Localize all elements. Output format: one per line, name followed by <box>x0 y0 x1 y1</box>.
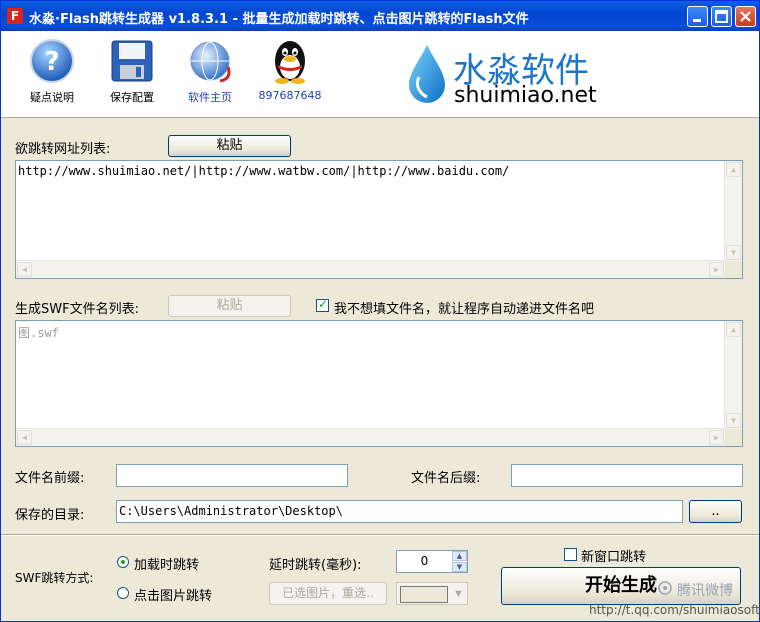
save-dir-label: 保存的目录: <box>15 508 85 523</box>
watermark-url: http://t.qq.com/shuimiaosoft <box>589 603 760 617</box>
delay-label: 延时跳转(毫秒): <box>269 558 362 573</box>
jump-mode-label: SWF跳转方式: <box>15 571 94 585</box>
browse-button[interactable]: .. <box>689 500 742 523</box>
prefix-input[interactable] <box>116 464 348 487</box>
delay-spinner[interactable]: 0 ▲ ▼ <box>396 550 468 573</box>
toolbar-qq[interactable]: 897687648 <box>257 37 323 102</box>
swf-list-vscrollbar[interactable]: ▲ ▼ <box>724 321 742 429</box>
jump-on-load-radio[interactable] <box>117 556 129 568</box>
jump-on-click-label[interactable]: 点击图片跳转 <box>134 585 212 604</box>
logo-brand-en: shuimiao.net <box>454 83 597 108</box>
color-picker[interactable]: ▼ <box>396 582 468 605</box>
scroll-corner <box>725 429 742 446</box>
color-swatch <box>400 586 448 603</box>
auto-name-checkbox[interactable] <box>316 297 329 312</box>
divider <box>1 534 759 536</box>
new-window-label[interactable]: 新窗口跳转 <box>581 546 646 565</box>
auto-name-label[interactable]: 我不想填文件名，就让程序自动递进文件名吧 <box>334 298 594 317</box>
url-list-vscrollbar[interactable]: ▲ ▼ <box>724 161 742 261</box>
toolbar-qq-label: 897687648 <box>258 89 322 102</box>
maximize-button[interactable] <box>711 6 732 27</box>
scroll-up-icon[interactable]: ▲ <box>726 162 741 177</box>
suffix-label: 文件名后缀: <box>411 471 481 486</box>
save-dir-input[interactable]: C:\Users\Administrator\Desktop\ <box>116 500 683 523</box>
jump-on-click-radio[interactable] <box>117 587 129 599</box>
close-button[interactable] <box>735 6 756 27</box>
url-list-text: http://www.shuimiao.net/|http://www.watb… <box>18 164 510 178</box>
floppy-disk-icon <box>111 40 153 82</box>
scroll-left-icon[interactable]: ◀ <box>17 430 32 445</box>
weibo-logo-icon <box>658 581 672 595</box>
scroll-corner <box>725 261 742 278</box>
swf-list-label: 生成SWF文件名列表: <box>15 302 139 317</box>
url-list-hscrollbar[interactable]: ◀ ▶ <box>16 260 725 278</box>
scroll-down-icon[interactable]: ▼ <box>726 413 741 428</box>
toolbar-help-label: 疑点说明 <box>30 91 74 104</box>
suffix-input[interactable] <box>511 464 743 487</box>
water-drop-logo-icon <box>409 45 445 103</box>
swf-list-hscrollbar[interactable]: ◀ ▶ <box>16 428 725 446</box>
minimize-button[interactable] <box>687 6 708 27</box>
title-bar[interactable]: F 水淼·Flash跳转生成器 v1.8.3.1 - 批量生成加载时跳转、点击图… <box>1 1 759 31</box>
window-title: 水淼·Flash跳转生成器 v1.8.3.1 - 批量生成加载时跳转、点击图片跳… <box>29 12 529 27</box>
select-image-button[interactable]: 已选图片，重选.. <box>269 582 387 605</box>
swf-list-textarea[interactable]: 图.swf ▲ ▼ ◀ ▶ <box>15 320 743 447</box>
watermark-brand: 腾讯微博 <box>677 583 733 599</box>
svg-text:?: ? <box>44 47 59 77</box>
minimize-icon <box>693 19 701 22</box>
prefix-label: 文件名前缀: <box>15 471 85 486</box>
url-list-textarea[interactable]: http://www.shuimiao.net/|http://www.watb… <box>15 160 743 279</box>
scroll-up-icon[interactable]: ▲ <box>726 322 741 337</box>
toolbar-homepage-label: 软件主页 <box>188 91 232 104</box>
main-window: F 水淼·Flash跳转生成器 v1.8.3.1 - 批量生成加载时跳转、点击图… <box>0 0 760 622</box>
jump-on-load-label[interactable]: 加载时跳转 <box>134 554 199 573</box>
new-window-checkbox[interactable] <box>564 548 577 561</box>
swf-list-text: 图.swf <box>18 326 59 340</box>
spin-down-icon[interactable]: ▼ <box>452 562 467 572</box>
close-icon <box>740 11 751 22</box>
toolbar-homepage[interactable]: 软件主页 <box>177 37 243 105</box>
globe-icon <box>190 41 231 83</box>
toolbar: ? 疑点说明 保存配置 软件主页 897687648 水淼软件 shuimiao… <box>1 31 759 118</box>
chevron-down-icon[interactable]: ▼ <box>451 584 466 603</box>
maximize-icon <box>715 10 728 23</box>
toolbar-save[interactable]: 保存配置 <box>99 37 165 105</box>
toolbar-help[interactable]: ? 疑点说明 <box>19 37 85 105</box>
scroll-right-icon[interactable]: ▶ <box>709 430 724 445</box>
toolbar-save-label: 保存配置 <box>110 91 154 104</box>
help-icon: ? <box>30 39 74 83</box>
spin-up-icon[interactable]: ▲ <box>452 551 467 561</box>
url-list-label: 欲跳转网址列表: <box>15 142 111 157</box>
swf-paste-button[interactable]: 粘贴 <box>168 295 291 317</box>
scroll-down-icon[interactable]: ▼ <box>726 245 741 260</box>
app-icon[interactable]: F <box>7 8 23 24</box>
qq-penguin-icon <box>275 41 305 84</box>
url-paste-button[interactable]: 粘贴 <box>168 135 291 157</box>
scroll-right-icon[interactable]: ▶ <box>709 262 724 277</box>
delay-value[interactable]: 0 <box>397 551 452 572</box>
scroll-left-icon[interactable]: ◀ <box>17 262 32 277</box>
